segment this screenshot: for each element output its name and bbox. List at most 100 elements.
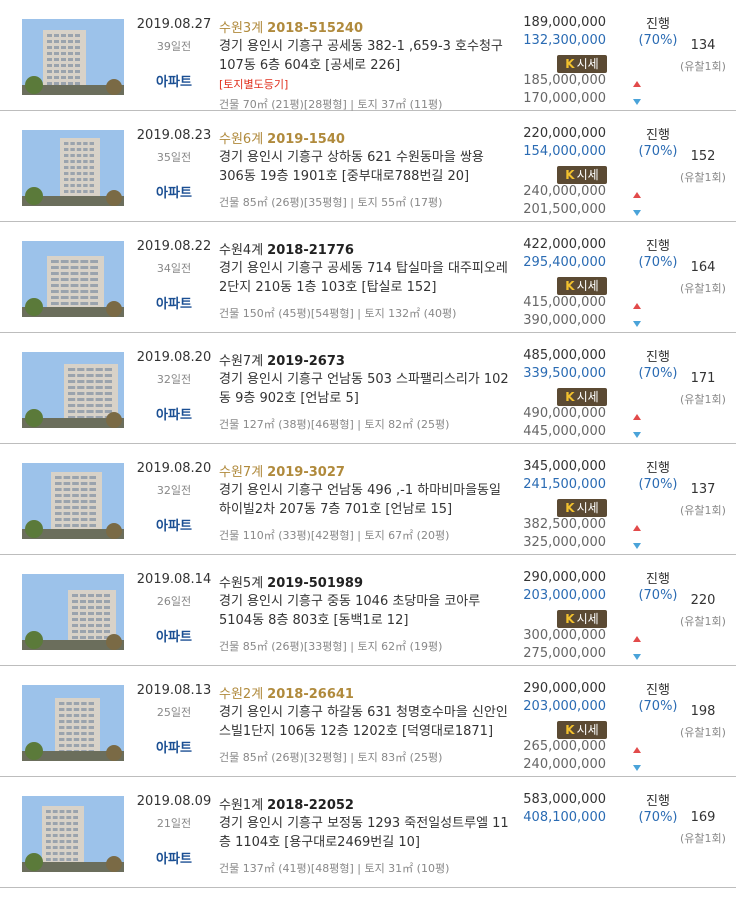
property-address-link[interactable]: 경기 용인시 기흥구 공세동 382-1 ,659-3 호수청구 107동 6층… [219, 37, 509, 75]
apartment-photo-icon [22, 352, 124, 428]
area-info: 건물 137㎡ (41평)[48평형] | 토지 31㎡ (10평) [219, 862, 450, 875]
property-photo[interactable] [22, 574, 124, 650]
property-type-link[interactable]: 아파트 [126, 293, 222, 312]
market-price-button[interactable]: K 시세 [557, 55, 607, 73]
arrow-up-icon [633, 525, 641, 531]
property-photo[interactable] [22, 130, 124, 206]
area-info: 건물 110㎡ (33평)[42평형] | 토지 67㎡ (20평) [219, 529, 450, 542]
court-division: 수원1계 [219, 798, 264, 813]
appraisal-price: 220,000,000 [523, 126, 606, 141]
court-division: 수원7계 [219, 354, 264, 369]
days-ago: 21일전 [156, 817, 192, 830]
sale-date: 2019.08.27 [136, 17, 212, 32]
auction-item-row[interactable]: 2019.08.23 35일전 아파트 수원6계 2019-1540 경기 용인시… [0, 111, 736, 222]
court-division: 수원6계 [219, 132, 264, 147]
market-price-label: 시세 [576, 612, 599, 626]
view-count: 171 [690, 371, 716, 386]
minimum-bid-price: 203,000,000 [523, 588, 606, 603]
view-count: 134 [690, 38, 716, 53]
days-ago: 34일전 [156, 262, 192, 275]
market-price-low: 275,000,000 [523, 646, 606, 661]
court-division: 수원4계 [219, 243, 264, 258]
market-price-button[interactable]: K 시세 [557, 277, 607, 295]
property-type-link[interactable]: 아파트 [126, 626, 222, 645]
property-address-link[interactable]: 경기 용인시 기흥구 공세동 714 탑실마을 대주피오레2단지 210동 1층… [219, 259, 509, 297]
property-photo[interactable] [22, 241, 124, 317]
sale-date: 2019.08.22 [136, 239, 212, 254]
auction-item-row[interactable]: 2019.08.27 39일전 아파트 수원3계 2018-515240 경기 용… [0, 0, 736, 111]
market-price-button[interactable]: K 시세 [557, 388, 607, 406]
property-address-link[interactable]: 경기 용인시 기흥구 하갈동 631 청명호수마을 신안인스빌1단지 106동 … [219, 703, 509, 741]
sale-date: 2019.08.13 [136, 683, 212, 698]
case-number[interactable]: 수원7계 2019-2673 [219, 350, 345, 369]
property-type-link[interactable]: 아파트 [126, 848, 222, 867]
appraisal-price: 345,000,000 [523, 459, 606, 474]
auction-item-row[interactable]: 2019.08.20 32일전 아파트 수원7계 2019-3027 경기 용인시… [0, 444, 736, 555]
property-photo[interactable] [22, 352, 124, 428]
apartment-photo-icon [22, 796, 124, 872]
property-photo[interactable] [22, 685, 124, 761]
auction-status: 진행 [646, 128, 670, 143]
minimum-bid-price: 408,100,000 [523, 810, 606, 825]
sale-date: 2019.08.20 [136, 350, 212, 365]
case-number[interactable]: 수원7계 2019-3027 [219, 461, 345, 480]
market-price-button[interactable]: K 시세 [557, 499, 607, 517]
area-info: 건물 85㎡ (26평)[35평형] | 토지 55㎡ (17평) [219, 196, 443, 209]
property-photo[interactable] [22, 19, 124, 95]
case-number[interactable]: 수원6계 2019-1540 [219, 128, 345, 147]
failed-bid-count: (유찰1회) [680, 504, 726, 517]
failed-bid-count: (유찰1회) [680, 726, 726, 739]
arrow-down-icon [633, 432, 641, 438]
market-price-low: 445,000,000 [523, 424, 606, 439]
case-id: 2019-1540 [267, 132, 345, 147]
case-number[interactable]: 수원2계 2018-26641 [219, 683, 354, 702]
arrow-down-icon [633, 654, 641, 660]
market-price-high: 185,000,000 [523, 73, 606, 88]
market-price-low: 170,000,000 [523, 91, 606, 106]
auction-item-row[interactable]: 2019.08.20 32일전 아파트 수원7계 2019-2673 경기 용인시… [0, 333, 736, 444]
view-count: 152 [690, 149, 716, 164]
property-type-link[interactable]: 아파트 [126, 737, 222, 756]
days-ago: 26일전 [156, 595, 192, 608]
case-number[interactable]: 수원1계 2018-22052 [219, 794, 354, 813]
auction-item-row[interactable]: 2019.08.13 25일전 아파트 수원2계 2018-26641 경기 용인… [0, 666, 736, 777]
property-address-link[interactable]: 경기 용인시 기흥구 보정동 1293 죽전일성트루엘 11층 1104호 [용… [219, 814, 509, 852]
failed-bid-count: (유찰1회) [680, 60, 726, 73]
case-number[interactable]: 수원5계 2019-501989 [219, 572, 363, 591]
property-address-link[interactable]: 경기 용인시 기흥구 상하동 621 수원동마을 쌍용 306동 19층 190… [219, 148, 509, 186]
apartment-photo-icon [22, 685, 124, 761]
property-address-link[interactable]: 경기 용인시 기흥구 언남동 496 ,-1 하마비마을동일하이빌2차 207동… [219, 481, 509, 519]
property-photo[interactable] [22, 463, 124, 539]
minimum-bid-price: 241,500,000 [523, 477, 606, 492]
days-ago: 25일전 [156, 706, 192, 719]
auction-item-row[interactable]: 2019.08.22 34일전 아파트 수원4계 2018-21776 경기 용인… [0, 222, 736, 333]
view-count: 164 [690, 260, 716, 275]
property-photo[interactable] [22, 796, 124, 872]
property-type-link[interactable]: 아파트 [126, 182, 222, 201]
case-number[interactable]: 수원4계 2018-21776 [219, 239, 354, 258]
arrow-down-icon [633, 543, 641, 549]
market-price-button[interactable]: K 시세 [557, 610, 607, 628]
apartment-photo-icon [22, 463, 124, 539]
market-price-high: 415,000,000 [523, 295, 606, 310]
auction-item-row[interactable]: 2019.08.14 26일전 아파트 수원5계 2019-501989 경기 용… [0, 555, 736, 666]
kb-logo-icon: K [565, 501, 575, 515]
case-number[interactable]: 수원3계 2018-515240 [219, 17, 363, 36]
property-type-link[interactable]: 아파트 [126, 71, 222, 90]
market-price-button[interactable]: K 시세 [557, 166, 607, 184]
failed-bid-count: (유찰1회) [680, 832, 726, 845]
property-address-link[interactable]: 경기 용인시 기흥구 언남동 503 스파팰리스리가 102동 9층 902호 … [219, 370, 509, 408]
market-price-low: 390,000,000 [523, 313, 606, 328]
sale-date: 2019.08.09 [136, 794, 212, 809]
property-type-link[interactable]: 아파트 [126, 404, 222, 423]
court-division: 수원7계 [219, 465, 264, 480]
market-price-label: 시세 [576, 390, 599, 404]
kb-logo-icon: K [565, 57, 575, 71]
court-division: 수원3계 [219, 21, 264, 36]
market-price-button[interactable]: K 시세 [557, 721, 607, 739]
auction-item-row[interactable]: 2019.08.09 21일전 아파트 수원1계 2018-22052 경기 용인… [0, 777, 736, 888]
property-type-link[interactable]: 아파트 [126, 515, 222, 534]
area-info: 건물 85㎡ (26평)[32평형] | 토지 83㎡ (25평) [219, 751, 443, 764]
property-address-link[interactable]: 경기 용인시 기흥구 중동 1046 초당마을 코아루 5104동 8층 803… [219, 592, 509, 630]
case-id: 2018-26641 [267, 687, 354, 702]
